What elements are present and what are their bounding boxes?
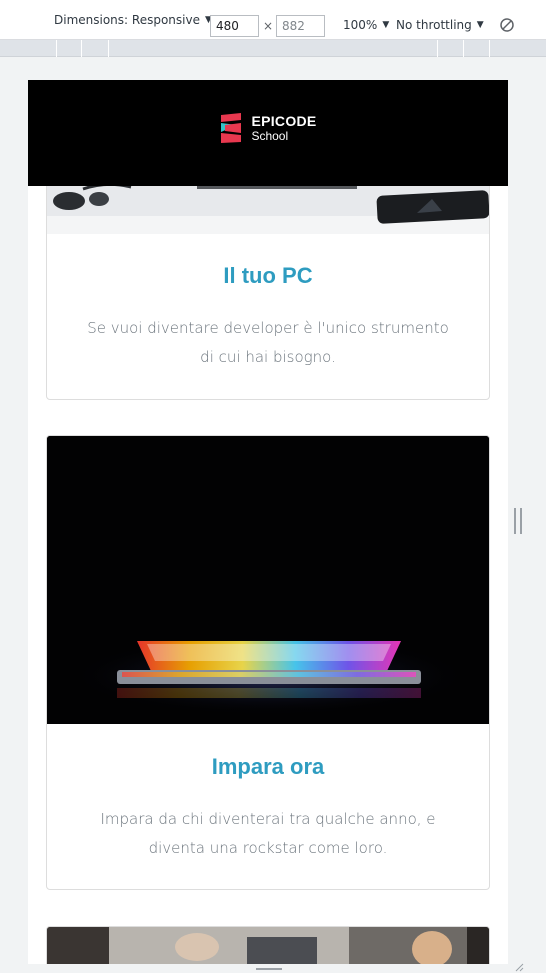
resize-handle[interactable] — [514, 508, 522, 534]
card-image-people — [47, 927, 489, 964]
dimensions-select[interactable]: Dimensions: Responsive ▼ — [54, 13, 212, 27]
ruler-segment[interactable] — [108, 40, 109, 57]
card-text-line: di cui hai bisogno. — [200, 348, 336, 366]
height-input[interactable] — [276, 15, 325, 37]
people-photo — [47, 927, 489, 964]
epicode-logo-icon — [221, 113, 242, 143]
ruler-segment[interactable] — [56, 40, 57, 57]
logo-subtitle: School — [251, 129, 289, 143]
zoom-select[interactable]: 100% ▼ — [343, 18, 389, 32]
rainbow-laptop-photo — [47, 436, 489, 724]
card-body: Il tuo PC Se vuoi diventare developer è … — [47, 263, 489, 372]
card-text: Impara da chi diventerai tra qualche ann… — [47, 805, 489, 863]
card-text-line: diventa una rockstar come loro. — [148, 839, 388, 857]
logo-title: EPICODE — [251, 113, 317, 129]
card-impara-ora: Impara ora Impara da chi diventerai tra … — [46, 435, 490, 890]
resize-handle-bottom[interactable] — [256, 968, 282, 971]
dimension-separator: × — [263, 19, 274, 33]
ruler-segment[interactable] — [81, 40, 82, 57]
site-header: EPICODE School — [28, 80, 508, 186]
card-text-line: Se vuoi diventare developer è l'unico st… — [87, 319, 449, 337]
card-title: Impara ora — [211, 754, 325, 779]
throttling-label: No throttling — [396, 18, 472, 32]
device-viewport: Il tuo PC Se vuoi diventare developer è … — [28, 80, 508, 964]
logo-text: EPICODE School — [251, 114, 316, 142]
chevron-down-icon: ▼ — [382, 20, 390, 30]
card-text-line: Impara da chi diventerai tra qualche ann… — [100, 810, 436, 828]
card-image-laptop — [47, 436, 489, 724]
ruler-segment[interactable] — [489, 40, 490, 57]
throttling-select[interactable]: No throttling ▼ — [396, 18, 484, 32]
dimensions-label: Dimensions: Responsive — [54, 13, 200, 27]
rotate-icon[interactable] — [499, 17, 515, 33]
ruler-segment[interactable] — [463, 40, 464, 57]
devtools-toolbar: Dimensions: Responsive ▼ × 100% ▼ No thr… — [0, 0, 546, 40]
zoom-label: 100% — [343, 18, 378, 32]
site-logo[interactable]: EPICODE School — [219, 113, 316, 143]
card-partial — [46, 926, 490, 964]
card-text: Se vuoi diventare developer è l'unico st… — [47, 314, 489, 372]
chevron-down-icon: ▼ — [476, 20, 484, 30]
media-query-ruler[interactable] — [0, 40, 546, 57]
corner-resize-icon[interactable] — [514, 962, 524, 972]
card-title: Il tuo PC — [223, 263, 313, 288]
ruler-segment[interactable] — [437, 40, 438, 57]
card-body: Impara ora Impara da chi diventerai tra … — [47, 754, 489, 863]
width-input[interactable] — [210, 15, 259, 37]
